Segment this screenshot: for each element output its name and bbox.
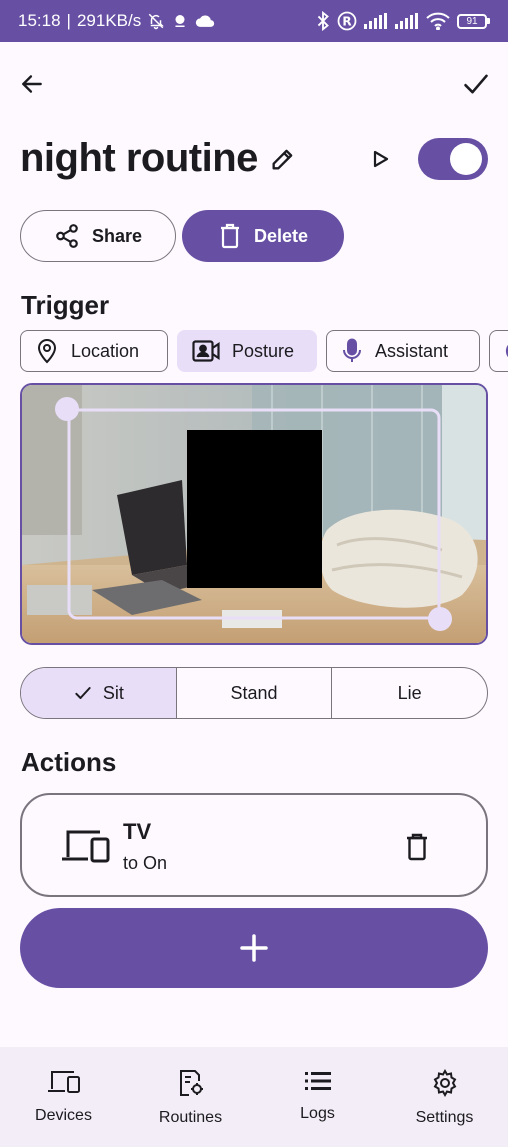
bluetooth-icon — [316, 11, 330, 31]
action-device-state: to On — [123, 853, 168, 873]
chip-location[interactable]: Location — [20, 330, 168, 372]
arrow-left-icon — [22, 75, 42, 93]
list-icon — [304, 1072, 331, 1090]
chip-more[interactable] — [489, 330, 508, 372]
signal-icon — [395, 13, 419, 29]
posture-stand[interactable]: Stand — [175, 668, 332, 718]
plus-icon — [240, 934, 268, 962]
share-label: Share — [91, 225, 143, 246]
signal-icon — [364, 13, 388, 29]
bottom-navigation: Devices Routines Logs Settings — [0, 1047, 508, 1147]
nav-label: Logs — [300, 1105, 335, 1122]
confirm-button[interactable] — [458, 66, 494, 102]
svg-text:R: R — [342, 15, 351, 29]
chip-label: Posture — [232, 340, 295, 361]
nav-label: Routines — [158, 1109, 223, 1126]
chip-label: Location — [71, 340, 140, 361]
share-icon — [56, 224, 78, 248]
chip-label: Assistant — [375, 340, 449, 361]
edit-title-button[interactable] — [266, 142, 300, 176]
cloud-icon — [195, 13, 215, 29]
partial-chip-icon — [505, 344, 508, 358]
pencil-icon — [272, 149, 293, 170]
camera-preview[interactable] — [20, 383, 488, 645]
actions-section-title: Actions — [21, 747, 117, 777]
play-icon — [373, 150, 389, 168]
devices-icon — [47, 1071, 80, 1093]
location-pin-icon — [37, 339, 57, 364]
battery-icon: 91 — [457, 13, 490, 29]
gear-icon — [433, 1069, 456, 1097]
posture-label: Sit — [102, 682, 124, 703]
trash-icon — [220, 223, 239, 249]
delete-action-button[interactable] — [400, 829, 434, 865]
notification-dot-icon — [171, 12, 189, 30]
nav-label: Devices — [35, 1107, 92, 1124]
camera-image — [22, 385, 486, 643]
run-routine-button[interactable] — [366, 142, 396, 176]
nav-logs[interactable]: Logs — [254, 1047, 381, 1147]
check-icon — [464, 74, 488, 94]
posture-selector: Sit Stand Lie — [20, 667, 488, 719]
routines-icon — [179, 1070, 203, 1096]
status-network-speed: 291KB/s — [76, 11, 142, 30]
posture-label: Stand — [230, 682, 278, 703]
status-time: 15:18 — [18, 11, 61, 30]
muted-bell-icon — [147, 12, 165, 30]
routine-enabled-toggle[interactable] — [418, 138, 488, 180]
add-action-button[interactable] — [20, 908, 488, 988]
status-bar: 15:18 | 291KB/s R 91 — [0, 0, 508, 42]
chip-assistant[interactable]: Assistant — [326, 330, 480, 372]
nav-label: Settings — [415, 1109, 474, 1126]
nav-settings[interactable]: Settings — [381, 1047, 508, 1147]
registered-icon: R — [337, 11, 357, 31]
battery-level: 91 — [457, 13, 487, 29]
toggle-knob — [450, 143, 482, 175]
action-item[interactable]: TV to On — [20, 793, 488, 897]
posture-lie[interactable]: Lie — [331, 668, 487, 718]
devices-icon — [62, 830, 110, 863]
trigger-section-title: Trigger — [21, 290, 110, 320]
back-button[interactable] — [14, 66, 50, 102]
action-device-name: TV — [123, 819, 152, 844]
check-icon — [75, 687, 91, 699]
trigger-chip-row: Location Posture Assistant — [20, 330, 508, 372]
share-button[interactable]: Share — [20, 210, 176, 262]
routine-title: night routine — [20, 136, 258, 180]
microphone-icon — [343, 338, 361, 362]
posture-sit[interactable]: Sit — [21, 668, 176, 718]
wifi-icon — [426, 12, 450, 30]
delete-button[interactable]: Delete — [182, 210, 344, 262]
chip-posture[interactable]: Posture — [177, 330, 317, 372]
delete-label: Delete — [253, 225, 309, 246]
trash-icon — [407, 833, 427, 861]
nav-routines[interactable]: Routines — [127, 1047, 254, 1147]
video-person-icon — [192, 340, 220, 362]
posture-label: Lie — [397, 682, 422, 703]
nav-devices[interactable]: Devices — [0, 1047, 127, 1147]
